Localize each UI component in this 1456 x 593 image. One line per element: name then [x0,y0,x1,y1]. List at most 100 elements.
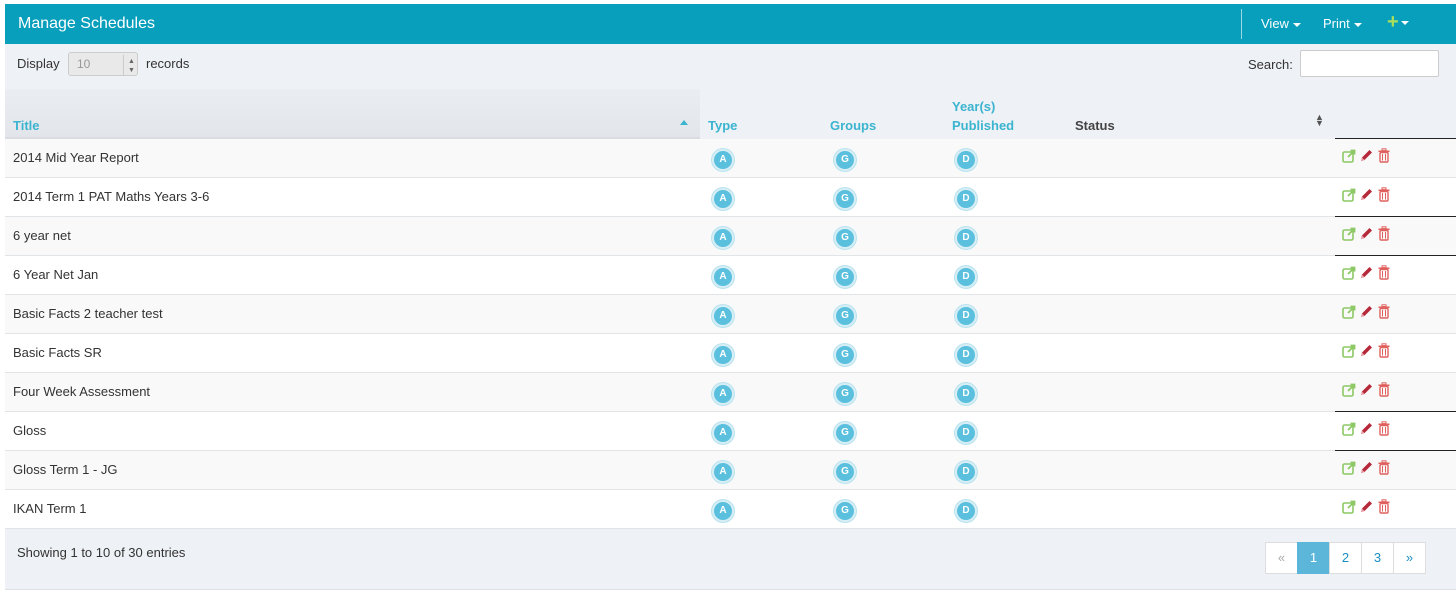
type-badge-icon[interactable]: A [712,305,734,327]
add-schedule-button[interactable]: + [1387,12,1409,32]
groups-badge-icon[interactable]: G [834,227,856,249]
years-badge-icon[interactable]: D [955,266,977,288]
edit-pencil-icon[interactable] [1359,460,1374,478]
groups-badge-icon[interactable]: G [834,422,856,444]
view-menu-label: View [1261,16,1289,31]
delete-trash-icon[interactable] [1377,187,1391,205]
type-badge-icon[interactable]: A [712,227,734,249]
share-icon[interactable] [1342,343,1357,361]
delete-trash-icon[interactable] [1377,421,1391,439]
type-badge-icon[interactable]: A [712,422,734,444]
groups-badge-icon[interactable]: G [834,149,856,171]
search-input[interactable] [1300,50,1439,77]
type-badge-icon[interactable]: A [712,344,734,366]
pagination-page-1[interactable]: 1 [1297,542,1330,574]
years-badge-icon[interactable]: D [955,500,977,522]
column-header-years-line2[interactable]: Published [952,118,1014,133]
delete-trash-icon[interactable] [1377,382,1391,400]
groups-badge-icon[interactable]: G [834,383,856,405]
column-header-groups[interactable]: Groups [830,118,876,133]
type-badge-icon[interactable]: A [712,383,734,405]
years-badge-icon[interactable]: D [955,422,977,444]
share-icon[interactable] [1342,265,1357,283]
table-row: Four Week Assessment A G D [5,373,1456,412]
table-row: 6 Year Net Jan A G D [5,255,1456,295]
edit-pencil-icon[interactable] [1359,265,1374,283]
type-badge-icon[interactable]: A [712,461,734,483]
delete-trash-icon[interactable] [1377,265,1391,283]
years-badge-icon[interactable]: D [955,305,977,327]
records-per-page-value: 10 [77,57,91,71]
share-icon[interactable] [1342,382,1357,400]
view-menu[interactable]: View [1261,16,1301,31]
delete-trash-icon[interactable] [1377,304,1391,322]
groups-badge-icon[interactable]: G [834,188,856,210]
years-badge-icon[interactable]: D [955,383,977,405]
edit-pencil-icon[interactable] [1359,304,1374,322]
share-icon[interactable] [1342,187,1357,205]
pagination-next[interactable]: » [1393,542,1426,574]
pagination: « 1 2 3 » [1265,542,1426,574]
column-header-title[interactable]: Title [13,118,40,133]
caret-down-icon [1353,22,1362,27]
schedules-panel: Manage Schedules View Print + Display 10… [5,4,1456,590]
share-icon[interactable] [1342,499,1357,517]
years-badge-icon[interactable]: D [955,149,977,171]
edit-pencil-icon[interactable] [1359,148,1374,166]
share-icon[interactable] [1342,421,1357,439]
column-header-type[interactable]: Type [708,118,737,133]
groups-badge-icon[interactable]: G [834,266,856,288]
edit-pencil-icon[interactable] [1359,187,1374,205]
pagination-page-2[interactable]: 2 [1329,542,1362,574]
edit-pencil-icon[interactable] [1359,343,1374,361]
table-row: Gloss Term 1 - JG A G D [5,450,1456,490]
schedule-title[interactable]: Basic Facts 2 teacher test [13,306,163,321]
edit-pencil-icon[interactable] [1359,499,1374,517]
row-separator-line [1335,255,1456,256]
type-badge-icon[interactable]: A [712,188,734,210]
schedule-title[interactable]: 6 year net [13,228,71,243]
column-header-years-line1[interactable]: Year(s) [952,99,995,114]
share-icon[interactable] [1342,148,1357,166]
sort-both-icon[interactable]: ▲ ▼ [1315,113,1324,128]
edit-pencil-icon[interactable] [1359,382,1374,400]
share-icon[interactable] [1342,460,1357,478]
years-badge-icon[interactable]: D [955,461,977,483]
delete-trash-icon[interactable] [1377,499,1391,517]
schedule-title[interactable]: 2014 Term 1 PAT Maths Years 3-6 [13,189,209,204]
schedule-title[interactable]: Four Week Assessment [13,384,150,399]
pagination-page-3[interactable]: 3 [1361,542,1394,574]
pagination-prev[interactable]: « [1265,542,1298,574]
years-badge-icon[interactable]: D [955,344,977,366]
type-badge-icon[interactable]: A [712,149,734,171]
groups-badge-icon[interactable]: G [834,305,856,327]
delete-trash-icon[interactable] [1377,460,1391,478]
type-badge-icon[interactable]: A [712,500,734,522]
table-row: 2014 Term 1 PAT Maths Years 3-6 A G D [5,178,1456,217]
years-badge-icon[interactable]: D [955,227,977,249]
schedule-title[interactable]: Gloss [13,423,46,438]
share-icon[interactable] [1342,226,1357,244]
schedule-title[interactable]: IKAN Term 1 [13,501,86,516]
type-badge-icon[interactable]: A [712,266,734,288]
groups-badge-icon[interactable]: G [834,500,856,522]
print-menu[interactable]: Print [1323,16,1362,31]
edit-pencil-icon[interactable] [1359,421,1374,439]
records-per-page-select[interactable]: 10 ▲ ▼ [68,52,138,76]
table-row: Gloss A G D [5,411,1456,451]
edit-pencil-icon[interactable] [1359,226,1374,244]
schedule-title[interactable]: Basic Facts SR [13,345,102,360]
years-badge-icon[interactable]: D [955,188,977,210]
caret-down-icon [1292,22,1301,27]
delete-trash-icon[interactable] [1377,148,1391,166]
delete-trash-icon[interactable] [1377,226,1391,244]
share-icon[interactable] [1342,304,1357,322]
schedule-title[interactable]: 6 Year Net Jan [13,267,98,282]
groups-badge-icon[interactable]: G [834,461,856,483]
column-header-status[interactable]: Status [1075,118,1115,133]
header-divider [1241,9,1242,39]
groups-badge-icon[interactable]: G [834,344,856,366]
delete-trash-icon[interactable] [1377,343,1391,361]
schedule-title[interactable]: 2014 Mid Year Report [13,150,139,165]
schedule-title[interactable]: Gloss Term 1 - JG [13,462,118,477]
